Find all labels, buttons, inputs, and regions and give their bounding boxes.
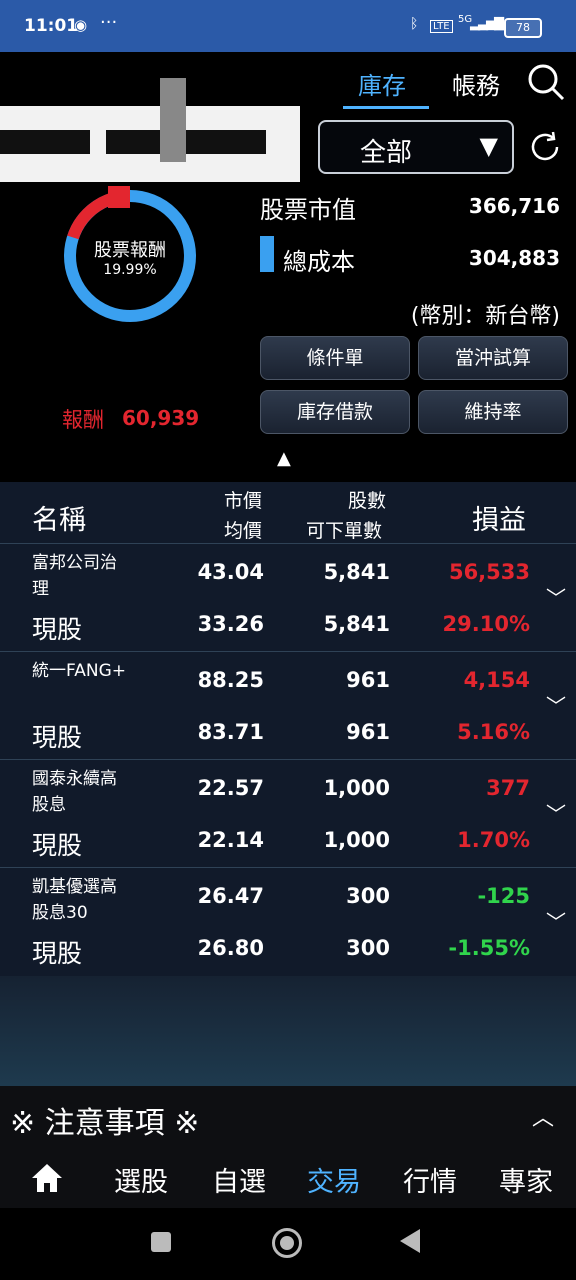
bottom-nav bbox=[0, 1148, 576, 1208]
dropdown-arrow-icon: ▼ bbox=[479, 132, 498, 160]
inventory-loan-button[interactable]: 庫存借款 bbox=[260, 390, 410, 434]
row-sellable: 961 bbox=[346, 720, 390, 744]
notice-bar[interactable]: ※ 注意事項 ※ ︿ bbox=[0, 1086, 576, 1148]
collapse-up-icon[interactable]: ▲ bbox=[277, 448, 291, 469]
row-pnl-percent: 29.10% bbox=[442, 612, 530, 636]
tab-inventory[interactable]: 庫存 bbox=[358, 66, 406, 101]
row-pnl-percent: 1.70% bbox=[457, 828, 530, 852]
row-market-price: 22.57 bbox=[197, 776, 264, 800]
row-type: 現股 bbox=[32, 831, 83, 860]
row-sellable: 1,000 bbox=[323, 828, 390, 852]
reward-value: 60,939 bbox=[122, 406, 200, 430]
redaction-block bbox=[0, 130, 90, 154]
day-trade-calc-button[interactable]: 當沖試算 bbox=[418, 336, 568, 380]
tab-active-underline bbox=[343, 106, 429, 109]
market-value: 366,716 bbox=[468, 194, 560, 218]
row-shares: 300 bbox=[346, 884, 390, 908]
chrome-icon: ◉ bbox=[74, 16, 88, 34]
chevron-up-icon[interactable]: ︿ bbox=[532, 1100, 554, 1132]
row-avg-price: 26.80 bbox=[197, 936, 264, 960]
row-market-price: 88.25 bbox=[197, 668, 264, 692]
volte-icon: LTE bbox=[430, 20, 453, 33]
header-name: 名稱 bbox=[32, 505, 86, 536]
row-market-price: 26.47 bbox=[197, 884, 264, 908]
row-type: 現股 bbox=[32, 939, 83, 968]
row-pnl: 377 bbox=[486, 776, 530, 800]
row-name-line1: 統一FANG+ bbox=[32, 661, 126, 681]
conditional-order-button[interactable]: 條件單 bbox=[260, 336, 410, 380]
total-cost: 304,883 bbox=[468, 246, 560, 270]
return-donut-chart: 股票報酬 19.99% bbox=[60, 186, 200, 326]
row-shares: 5,841 bbox=[323, 560, 390, 584]
donut-label: 股票報酬 bbox=[94, 240, 166, 261]
row-avg-price: 83.71 bbox=[197, 720, 264, 744]
row-name-line1: 凱基優選高 bbox=[32, 877, 117, 897]
nav-market[interactable]: 行情 bbox=[403, 1160, 457, 1199]
total-cost-label: 總成本 bbox=[283, 248, 355, 276]
header-shares: 股數 bbox=[348, 490, 387, 512]
table-row[interactable]: 富邦公司治理現股 43.04 33.26 5,841 5,841 56,533 29.10%… bbox=[0, 543, 576, 650]
header-market-price: 市價 bbox=[224, 490, 263, 512]
search-icon[interactable] bbox=[526, 62, 566, 102]
row-name-line2: 理 bbox=[32, 579, 49, 599]
chevron-down-icon[interactable]: ﹀ bbox=[546, 798, 566, 827]
currency-note: (幣別：新台幣) bbox=[410, 304, 560, 329]
row-avg-price: 33.26 bbox=[197, 612, 264, 636]
signal-icon: ▂▃▅▇ bbox=[470, 16, 504, 31]
row-avg-price: 22.14 bbox=[197, 828, 264, 852]
nav-watchlist[interactable]: 自選 bbox=[212, 1160, 266, 1199]
status-time: 11:01 bbox=[24, 16, 79, 36]
table-row[interactable]: 國泰永續高股息現股 22.57 22.14 1,000 1,000 377 1.70% ﹀ bbox=[0, 759, 576, 866]
row-pnl: 4,154 bbox=[463, 668, 530, 692]
row-name-line1: 富邦公司治 bbox=[32, 553, 117, 573]
row-name-line2: 股息 bbox=[32, 795, 66, 815]
nav-experts[interactable]: 專家 bbox=[499, 1160, 553, 1199]
donut-percent: 19.99% bbox=[103, 262, 157, 278]
home-icon[interactable] bbox=[30, 1162, 64, 1194]
market-value-label: 股票市值 bbox=[260, 196, 356, 224]
battery-icon: 78 bbox=[504, 18, 542, 38]
bluetooth-icon: ᛒ bbox=[410, 16, 419, 32]
row-pnl-percent: 5.16% bbox=[457, 720, 530, 744]
back-icon[interactable] bbox=[400, 1229, 420, 1253]
row-type: 現股 bbox=[32, 615, 83, 644]
nav-trade[interactable]: 交易 bbox=[307, 1160, 361, 1199]
account-filter-dropdown[interactable]: 全部 ▼ bbox=[318, 120, 514, 174]
tab-accounting[interactable]: 帳務 bbox=[452, 66, 500, 101]
recent-apps-icon[interactable] bbox=[151, 1232, 171, 1252]
row-pnl: 56,533 bbox=[448, 560, 530, 584]
notice-label: ※ 注意事項 ※ bbox=[10, 1106, 200, 1141]
row-pnl-percent: -1.55% bbox=[448, 936, 530, 960]
redaction-block bbox=[160, 78, 186, 162]
header-sellable: 可下單數 bbox=[306, 520, 383, 542]
chevron-down-icon[interactable]: ﹀ bbox=[546, 906, 566, 935]
empty-list-area bbox=[0, 976, 576, 1086]
nav-stock-picker[interactable]: 選股 bbox=[114, 1160, 168, 1199]
row-market-price: 43.04 bbox=[197, 560, 264, 584]
reward-label: 報酬 bbox=[62, 408, 104, 432]
row-pnl: -125 bbox=[477, 884, 530, 908]
home-button-icon[interactable] bbox=[272, 1228, 302, 1258]
chevron-down-icon[interactable]: ﹀ bbox=[546, 582, 566, 611]
refresh-icon[interactable] bbox=[526, 128, 564, 166]
chevron-down-icon[interactable]: ﹀ bbox=[546, 690, 566, 719]
row-shares: 961 bbox=[346, 668, 390, 692]
more-dots-icon: ··· bbox=[100, 12, 118, 33]
row-name-line1: 國泰永續高 bbox=[32, 769, 117, 789]
row-shares: 1,000 bbox=[323, 776, 390, 800]
row-name-line2: 股息30 bbox=[32, 903, 88, 923]
maintenance-ratio-button[interactable]: 維持率 bbox=[418, 390, 568, 434]
table-row[interactable]: 統一FANG+ 現股 88.25 83.71 961 961 4,154 5.16% ﹀ bbox=[0, 651, 576, 758]
row-sellable: 300 bbox=[346, 936, 390, 960]
status-bar: 11:01 ◉ ··· ᛒ LTE 5G ▂▃▅▇ 78 bbox=[0, 0, 576, 52]
donut-top-marker bbox=[108, 186, 130, 208]
redaction-block bbox=[106, 130, 266, 154]
row-type: 現股 bbox=[32, 723, 83, 752]
row-sellable: 5,841 bbox=[323, 612, 390, 636]
table-row[interactable]: 凱基優選高股息30 現股 26.47 26.80 300 300 -125 -1.55% ﹀ bbox=[0, 867, 576, 974]
header-pnl: 損益 bbox=[472, 505, 526, 536]
dropdown-value: 全部 bbox=[360, 138, 413, 168]
cost-legend-swatch bbox=[260, 236, 274, 272]
header-avg-price: 均價 bbox=[224, 520, 263, 542]
